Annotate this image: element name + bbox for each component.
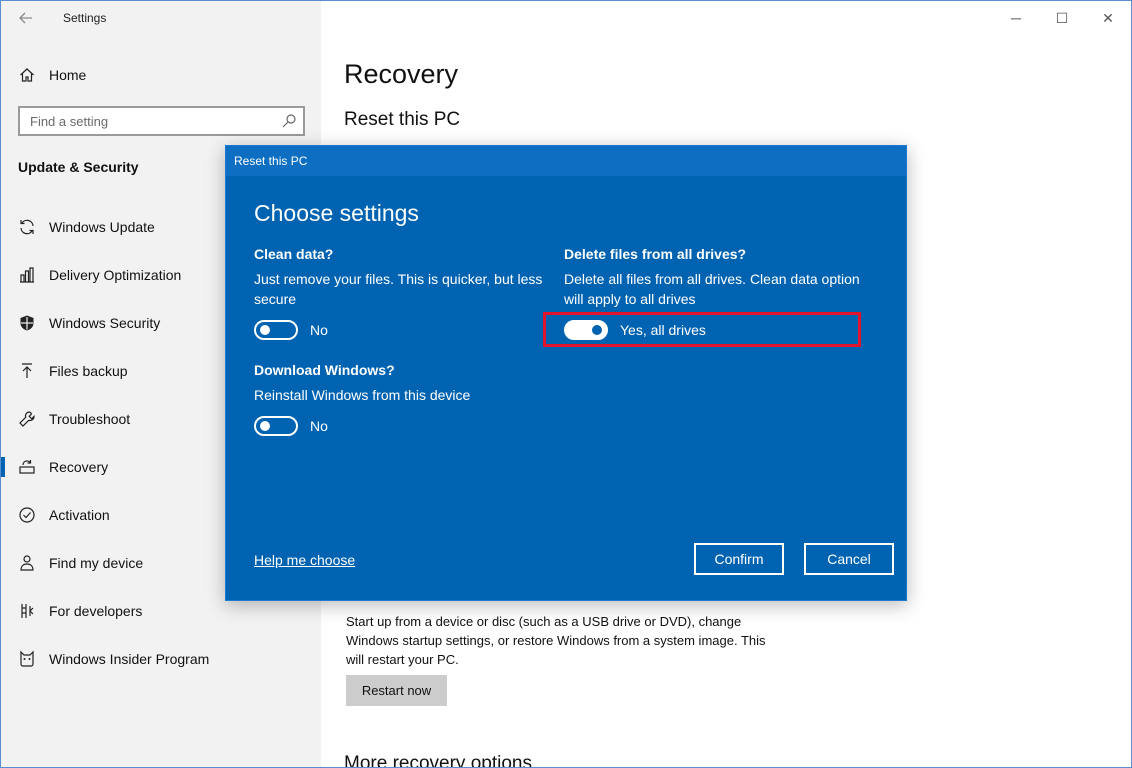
sidebar-item-label: Files backup: [49, 363, 128, 379]
maximize-icon[interactable]: ☐: [1039, 1, 1085, 35]
shield-icon: [17, 313, 37, 333]
reset-heading: Reset this PC: [344, 109, 461, 130]
nav-home[interactable]: Home: [1, 61, 321, 89]
download-windows-state: No: [310, 418, 328, 434]
developer-icon: [17, 601, 37, 621]
search-box[interactable]: [18, 106, 305, 136]
delivery-icon: [17, 265, 37, 285]
section-title: Update & Security: [18, 159, 139, 175]
clean-data-description: Just remove your files. This is quicker,…: [254, 271, 543, 307]
recovery-icon: [17, 457, 37, 477]
clean-data-title: Clean data?: [254, 246, 334, 262]
dialog-title: Reset this PC: [226, 146, 906, 176]
home-label: Home: [49, 67, 87, 83]
clean-data-toggle-row[interactable]: No: [254, 319, 559, 341]
clean-data-option: Clean data? Just remove your files. This…: [254, 246, 559, 341]
restart-now-button[interactable]: Restart now: [346, 675, 447, 706]
download-windows-description: Reinstall Windows from this device: [254, 387, 471, 403]
sidebar-item-label: Windows Update: [49, 219, 155, 235]
sidebar-item-label: Delivery Optimization: [49, 267, 182, 283]
sidebar-item-label: Troubleshoot: [49, 411, 131, 427]
home-icon: [17, 65, 37, 85]
help-me-choose-link[interactable]: Help me choose: [254, 552, 355, 568]
sidebar-item-label: Windows Insider Program: [49, 651, 210, 667]
more-options-heading: More recovery options: [344, 753, 532, 768]
dialog-heading: Choose settings: [254, 200, 419, 226]
close-icon[interactable]: ✕: [1085, 1, 1131, 35]
advanced-startup-description: Start up from a device or disc (such as …: [346, 614, 766, 667]
cancel-button[interactable]: Cancel: [804, 543, 894, 575]
clean-data-toggle[interactable]: [254, 320, 298, 340]
download-windows-title: Download Windows?: [254, 362, 395, 378]
wrench-icon: [17, 409, 37, 429]
insider-cat-icon: [17, 649, 37, 669]
page-title: Recovery: [344, 59, 459, 89]
download-windows-option: Download Windows? Reinstall Windows from…: [254, 362, 559, 437]
clean-data-state: No: [310, 322, 328, 338]
sidebar-item-label: Recovery: [49, 459, 109, 475]
delete-files-description: Delete all files from all drives. Clean …: [564, 271, 860, 307]
window-controls: ─ ☐ ✕: [993, 1, 1131, 35]
upload-icon: [17, 361, 37, 381]
confirm-button[interactable]: Confirm: [694, 543, 784, 575]
sidebar-item-label: Activation: [49, 507, 110, 523]
person-pin-icon: [17, 553, 37, 573]
highlight-annotation: [543, 312, 861, 347]
sidebar-item-label: For developers: [49, 603, 143, 619]
download-windows-toggle-row[interactable]: No: [254, 415, 559, 437]
search-input[interactable]: [20, 108, 270, 134]
toggle-knob: [260, 325, 270, 335]
sidebar-item-label: Find my device: [49, 555, 144, 571]
search-icon[interactable]: [281, 113, 297, 129]
check-circle-icon: [17, 505, 37, 525]
toggle-knob: [260, 421, 270, 431]
sidebar-item-windows-insider[interactable]: Windows Insider Program: [1, 635, 321, 683]
sidebar-item-label: Windows Security: [49, 315, 161, 331]
reset-pc-dialog: Reset this PC Choose settings Clean data…: [225, 145, 907, 601]
title-bar: Settings: [1, 1, 321, 35]
back-arrow-icon[interactable]: [13, 7, 39, 29]
delete-files-title: Delete files from all drives?: [564, 246, 747, 262]
download-windows-toggle[interactable]: [254, 416, 298, 436]
minimize-icon[interactable]: ─: [993, 1, 1039, 35]
app-title: Settings: [63, 11, 107, 25]
sync-icon: [17, 217, 37, 237]
